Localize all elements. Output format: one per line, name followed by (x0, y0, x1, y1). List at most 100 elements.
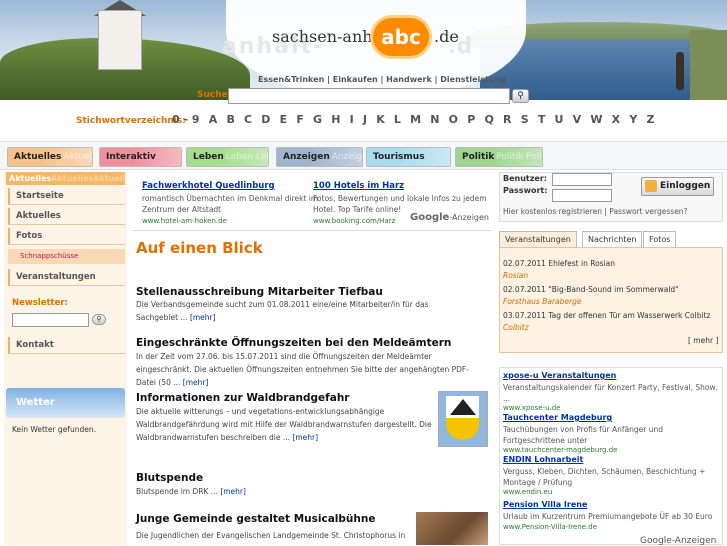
more-link-4[interactable]: [mehr] (220, 487, 246, 496)
logo-abc-icon[interactable]: abc (370, 15, 432, 59)
event-title-3[interactable]: 03.07.2011 Tag der offenen Tür am Wasser… (503, 311, 710, 320)
sidebar-item-aktuelles[interactable]: Aktuelles (8, 208, 125, 225)
alphabet-letter[interactable]: T (538, 113, 546, 126)
ad-text-2a: Fotos, Bewertungen und lokale Infos zu j… (313, 194, 487, 203)
alphabet-letter[interactable]: D (261, 113, 270, 126)
ad-url-2[interactable]: www.booking.com/Harz (313, 217, 395, 225)
alphabet-letter[interactable]: N (430, 113, 439, 126)
alphabet-letter[interactable]: H (331, 113, 340, 126)
divider (131, 230, 493, 231)
newsletter-submit-icon[interactable]: ⚲ (92, 314, 106, 325)
password-input[interactable] (552, 189, 612, 202)
article-text-4: Blutspende im DRK ... [mehr] (136, 487, 246, 496)
password-label: Passwort: (503, 186, 548, 195)
tab-nachrichten[interactable]: Nachrichten (582, 231, 643, 247)
angler-figure (676, 52, 684, 90)
category-links[interactable]: Essen&Trinken | Einkaufen | Handwerk | D… (258, 75, 506, 84)
ad-title-2[interactable]: 100 Hotels im Harz (313, 181, 404, 191)
sponsored-url-2[interactable]: www.tauchcenter-magdeburg.de (503, 446, 617, 454)
register-link[interactable]: Hier kostenlos registrieren (503, 207, 602, 216)
event-title-2[interactable]: 02.07.2011 "Big-Band-Sound im Sommerwald… (503, 285, 679, 294)
sidebar-item-fotos[interactable]: Fotos (8, 228, 125, 245)
article-title-2[interactable]: Eingeschränkte Öffnungszeiten bei den Me… (136, 337, 451, 349)
article-title-1[interactable]: Stellenausschreibung Mitarbeiter Tiefbau (136, 286, 383, 298)
alphabet-letter[interactable]: Q (484, 113, 493, 126)
sponsored-title-3[interactable]: ENDIN Lohnarbeit (503, 455, 583, 464)
sponsored-url-4[interactable]: www.Pension-Villa-Irene.de (503, 523, 597, 531)
nav-tab-politik[interactable]: PolitikPolitik Politik (455, 147, 543, 167)
article-text-5: Die Jugendlichen der Evangelischen Landg… (136, 531, 406, 540)
sponsored-text-3: Verguss, Kleben, Dichten, Schäumen, Besc… (503, 467, 706, 487)
alphabet-letter[interactable]: I (350, 113, 354, 126)
alphabet-letter[interactable]: U (555, 113, 564, 126)
nav-tab-leben[interactable]: LebenLeben Leben (186, 147, 269, 167)
search-input[interactable] (228, 88, 510, 104)
ad-title-1[interactable]: Fachwerkhotel Quedlinburg (142, 181, 275, 191)
ad-text-2b: Hotel. Top Tarife online! (313, 205, 402, 214)
alphabet-letter[interactable]: W (590, 113, 602, 126)
google-ads-label[interactable]: Google-Anzeigen (410, 212, 489, 223)
article-text-3: Die aktuelle witterungs – und vegetation… (136, 407, 432, 442)
article-text-1: Die Verbandsgemeinde sucht zum 01.08.201… (136, 300, 429, 322)
more-link-2[interactable]: [mehr] (183, 378, 209, 387)
article-title-4[interactable]: Blutspende (136, 472, 203, 484)
sponsored-title-4[interactable]: Pension Villa Irene (503, 500, 587, 509)
nav-tab-anzeigen[interactable]: AnzeigenAnzeigen (276, 147, 363, 167)
header-banner-image: anhalt- .d sachsen-anhalt- abc .de (0, 0, 727, 100)
alphabet-letter[interactable]: G (313, 113, 322, 126)
alphabet-letter[interactable]: M (410, 113, 421, 126)
sponsored-text-1: Veranstaltungskalender für Konzert Party… (503, 383, 719, 403)
search-label: Suche: (197, 90, 232, 100)
alphabet-letter[interactable]: B (226, 113, 234, 126)
article-title-5[interactable]: Junge Gemeinde gestaltet Musicalbühne (136, 513, 375, 525)
events-more-link[interactable]: [ mehr ] (688, 336, 718, 345)
event-title-1[interactable]: 02.07.2011 Ehlefest in Rosian (503, 259, 615, 268)
sidebar-item-veranstaltungen[interactable]: Veranstaltungen (8, 269, 125, 286)
ad-url-1[interactable]: www.hotel-am-hoken.de (142, 217, 227, 225)
alphabet-letter[interactable]: O (449, 113, 458, 126)
more-link-1[interactable]: [mehr] (190, 313, 216, 322)
search-icon[interactable]: ⚲ (512, 89, 529, 103)
key-icon (645, 180, 657, 192)
logo-tld[interactable]: .de (434, 27, 459, 46)
ad-text-1b: Zentrum der Altstadt (142, 205, 222, 214)
weather-label: Wetter (16, 397, 55, 408)
alphabet-letter[interactable]: P (467, 113, 475, 126)
nav-tab-aktuelles[interactable]: AktuellesAktuelles (7, 147, 93, 167)
newsletter-input[interactable] (12, 313, 89, 327)
alphabet-index: 0 - 9 ABCDEFGHIJKLMNOPQRSTUVWXYZ (172, 113, 664, 126)
sponsored-title-1[interactable]: xpose-u Veranstaltungen (503, 371, 616, 380)
alphabet-letter[interactable]: C (244, 113, 252, 126)
tab-veranstaltungen[interactable]: Veranstaltungen (499, 231, 577, 247)
more-link-3[interactable]: [mehr] (292, 433, 318, 442)
alphabet-letter[interactable]: L (394, 113, 401, 126)
alphabet-letter[interactable]: V (573, 113, 582, 126)
sponsored-url-1[interactable]: www.xpose-u.de (503, 404, 561, 412)
username-label: Benutzer: (503, 174, 547, 183)
sidebar-subitem-schnappschuesse[interactable]: Schnappschüsse (8, 249, 125, 264)
alphabet-letter[interactable]: Z (647, 113, 655, 126)
alphabet-letter[interactable]: 0 - 9 (172, 113, 200, 126)
article-image-musical[interactable] (416, 512, 488, 545)
alphabet-letter[interactable]: A (209, 113, 218, 126)
alphabet-letter[interactable]: Y (629, 113, 637, 126)
alphabet-letter[interactable]: K (376, 113, 385, 126)
sidebar-item-kontakt[interactable]: Kontakt (8, 337, 125, 354)
username-input[interactable] (552, 173, 612, 186)
alphabet-letter[interactable]: R (503, 113, 511, 126)
alphabet-letter[interactable]: J (363, 113, 367, 126)
forgot-password-link[interactable]: Passwort vergessen? (609, 207, 687, 216)
event-place-1: Rosian (503, 271, 529, 280)
article-title-3[interactable]: Informationen zur Waldbrandgefahr (136, 392, 349, 404)
nav-tab-interaktiv[interactable]: Interaktiv (99, 147, 182, 167)
sponsored-url-3[interactable]: www.endin.eu (503, 488, 552, 496)
article-text-2: In der Zeit vom 27.06. bis 15.07.2011 si… (136, 352, 469, 387)
nav-tab-tourismus[interactable]: Tourismus (366, 147, 451, 167)
tab-fotos[interactable]: Fotos (643, 231, 677, 247)
alphabet-letter[interactable]: S (521, 113, 529, 126)
alphabet-letter[interactable]: X (612, 113, 620, 126)
sponsored-title-2[interactable]: Tauchcenter Magdeburg (503, 413, 612, 422)
alphabet-letter[interactable]: F (296, 113, 304, 126)
alphabet-letter[interactable]: E (280, 113, 288, 126)
sidebar-item-startseite[interactable]: Startseite (8, 188, 125, 205)
